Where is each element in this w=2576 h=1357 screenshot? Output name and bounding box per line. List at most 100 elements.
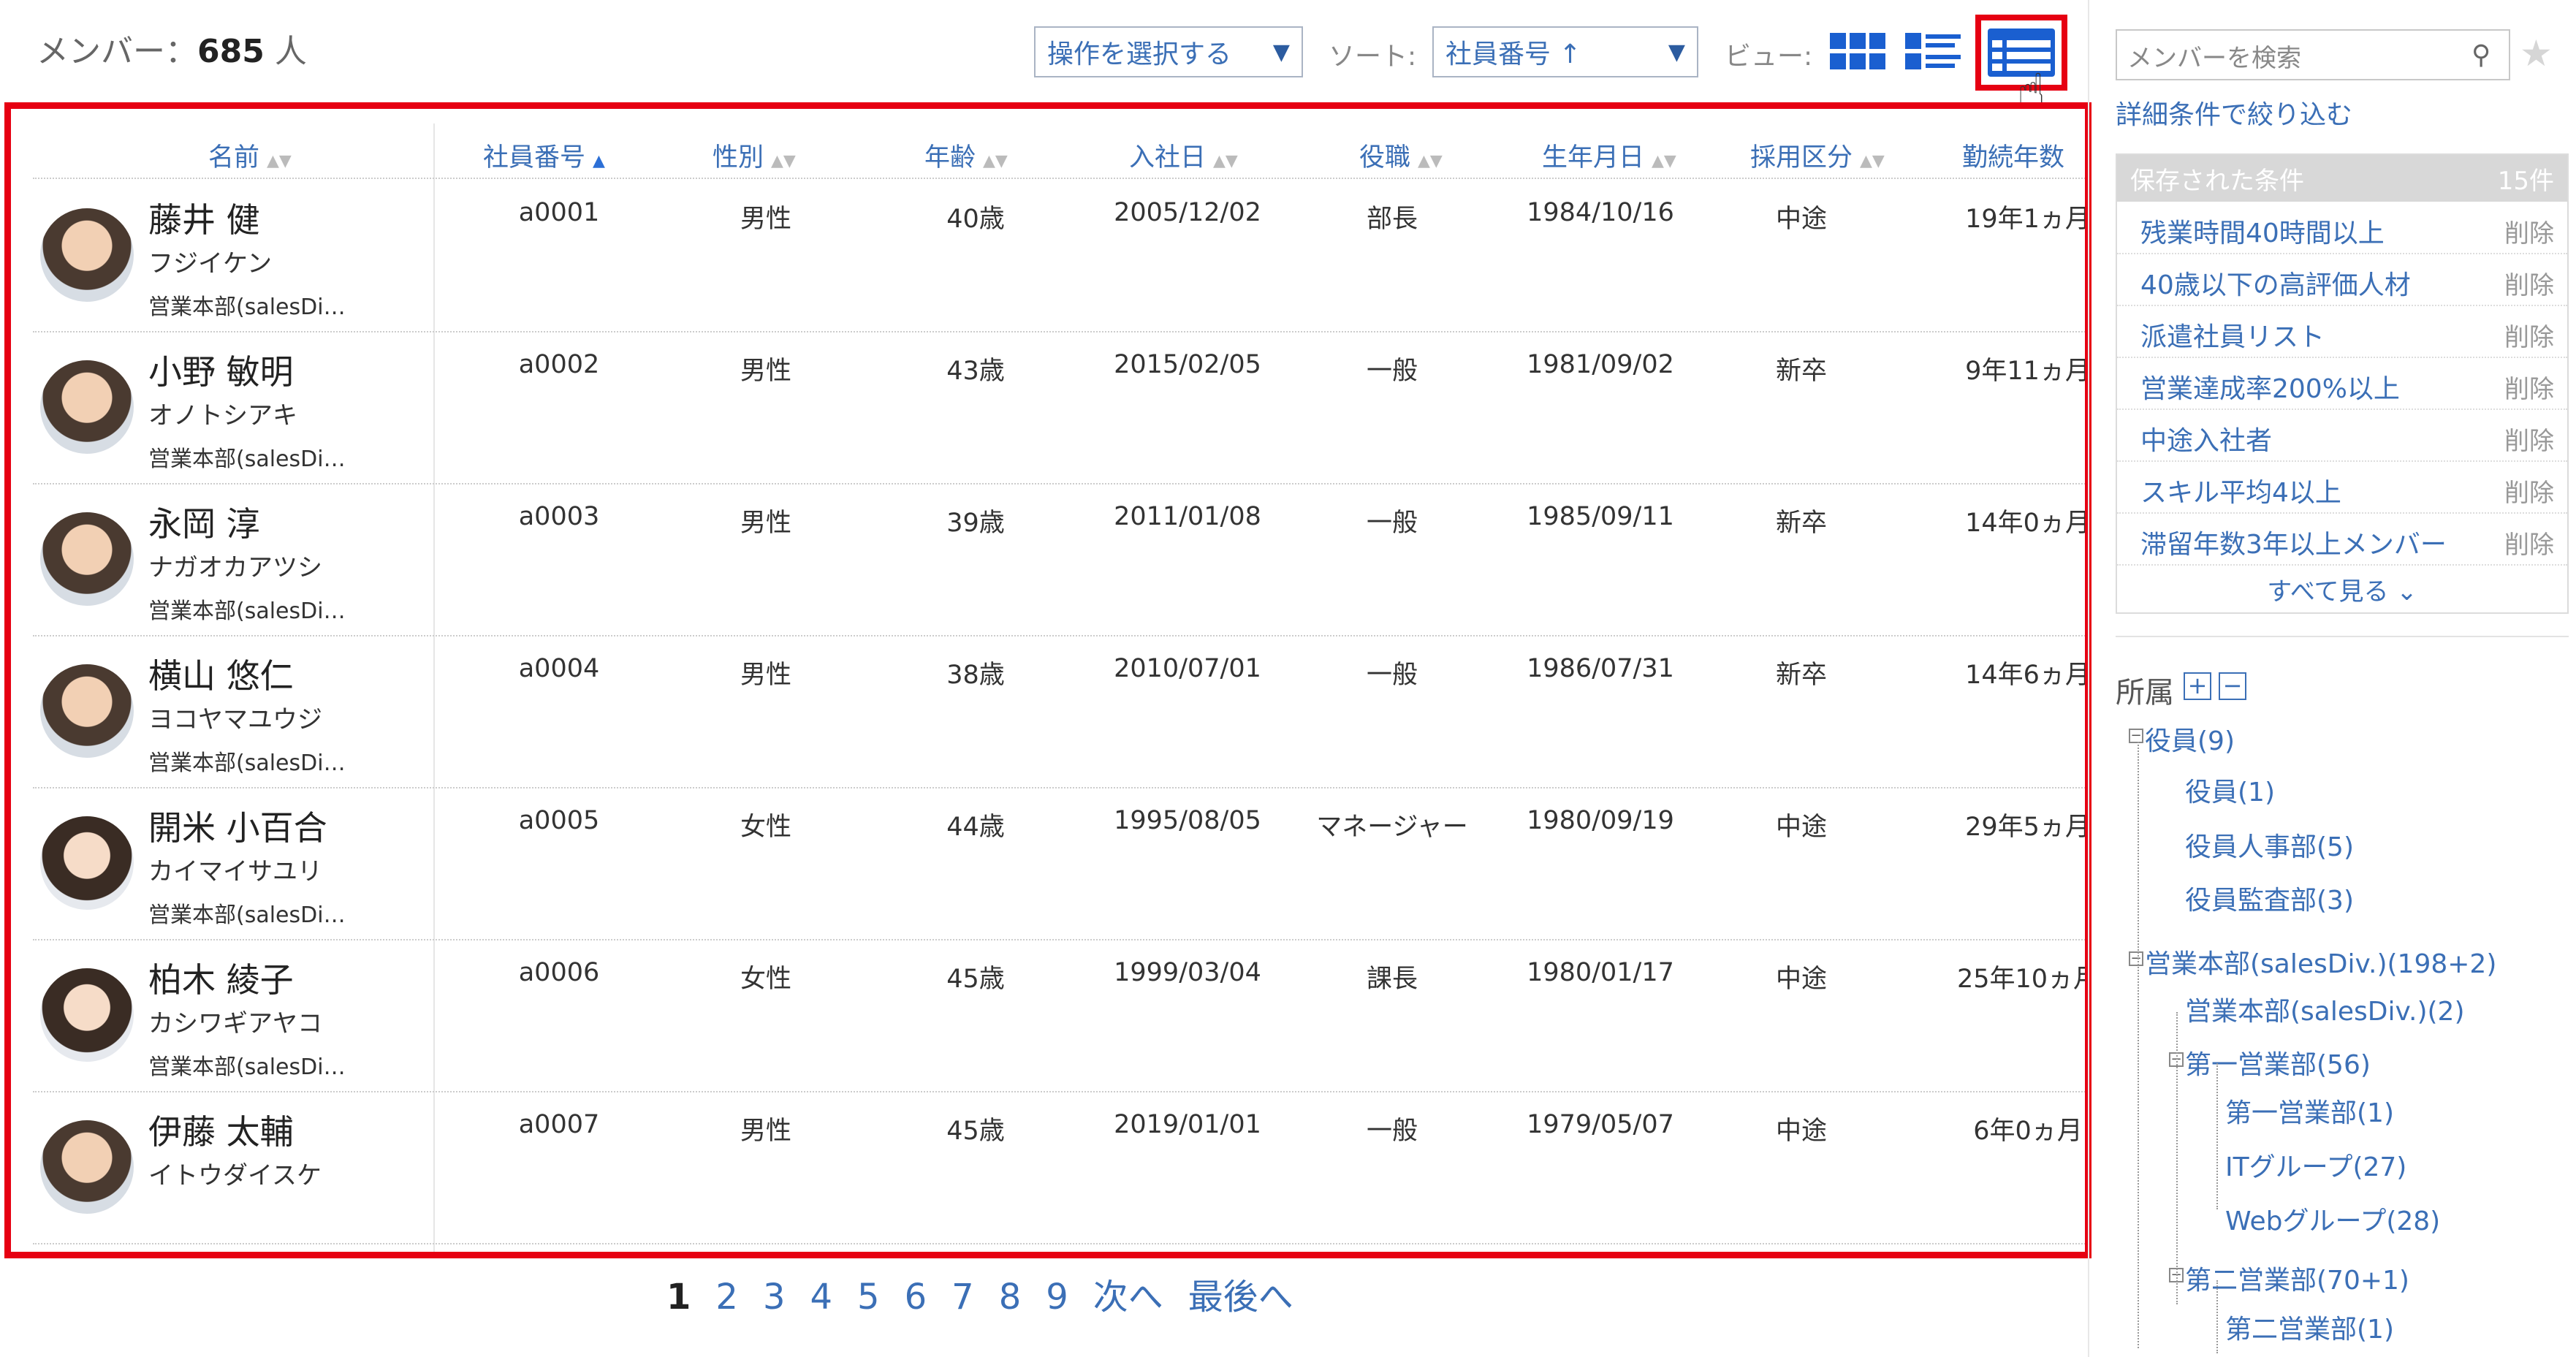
delete-condition-link[interactable]: 削除: [2504, 473, 2554, 509]
tree-guide-line: [2138, 742, 2140, 1348]
member-name[interactable]: 藤井 健: [148, 194, 260, 242]
last-page-link[interactable]: 最後へ: [1188, 1277, 1293, 1318]
page-link[interactable]: 5: [857, 1277, 880, 1318]
tree-collapse-icon[interactable]: −: [2129, 729, 2143, 743]
see-all-link[interactable]: すべて見る ⌄: [2117, 571, 2567, 607]
expand-all-button[interactable]: +: [2184, 672, 2211, 700]
sort-select[interactable]: 社員番号 ↑ ▼: [1432, 26, 1698, 77]
cell-gender: 男性: [740, 1117, 792, 1146]
member-name[interactable]: 開米 小百合: [148, 802, 327, 850]
column-header-hire-type[interactable]: 採用区分 ▲▼: [1750, 137, 1885, 174]
cell-position: 一般: [1366, 357, 1418, 386]
page-link[interactable]: 6: [905, 1277, 927, 1318]
tree-collapse-icon[interactable]: −: [2129, 951, 2143, 966]
avatar: [40, 360, 134, 454]
saved-condition-item: スキル平均4以上 削除: [2117, 461, 2567, 514]
member-unit: 人: [274, 33, 307, 70]
member-name[interactable]: 永岡 淳: [148, 498, 260, 546]
next-page-link[interactable]: 次へ: [1093, 1277, 1163, 1318]
search-icon[interactable]: ⚲: [2471, 40, 2490, 70]
member-kana: ヨコヤマユウジ: [148, 705, 322, 734]
table-row[interactable]: 小野 敏明 オノトシアキ 営業本部(salesDi… a0002 男性 43歳 2015/0…: [33, 331, 2091, 484]
sort-icon: ▲▼: [1652, 152, 1676, 170]
cell-gender: 男性: [740, 357, 792, 386]
cell-tenure: 25年10ヵ月: [1956, 965, 2091, 994]
saved-condition-link[interactable]: スキル平均4以上: [2140, 471, 2341, 509]
action-select-value: 操作を選択する: [1047, 39, 1232, 69]
page-link[interactable]: 1: [666, 1277, 691, 1318]
table-row[interactable]: 柏木 綾子 カシワギアヤコ 営業本部(salesDi… a0006 女性 45歳 1999/…: [33, 939, 2091, 1092]
cell-hire-type: 新卒: [1775, 357, 1828, 386]
avatar: [40, 816, 134, 910]
column-header-tenure[interactable]: 勤続年数: [1962, 137, 2064, 174]
delete-condition-link[interactable]: 削除: [2504, 525, 2554, 560]
column-header-position[interactable]: 役職 ▲▼: [1359, 137, 1443, 174]
action-select[interactable]: 操作を選択する ▼: [1034, 26, 1303, 77]
collapse-all-button[interactable]: −: [2219, 672, 2246, 700]
column-header-gender[interactable]: 性別 ▲▼: [713, 137, 796, 174]
member-name[interactable]: 伊藤 太輔: [148, 1106, 294, 1154]
column-header-employee-id[interactable]: 社員番号 ▲: [483, 137, 605, 174]
advanced-filter-link[interactable]: 詳細条件で絞り込む: [2116, 94, 2352, 132]
table-row[interactable]: 藤井 健フジイケン 営業本部(salesDi… a0001 男性 40歳 2005/12/…: [33, 179, 2091, 332]
page-link[interactable]: 8: [999, 1277, 1022, 1318]
table-row[interactable]: 永岡 淳ナガオカアツシ 営業本部(salesDi… a0003 男性 39歳 2011/0…: [33, 483, 2085, 636]
page-link[interactable]: 3: [763, 1277, 786, 1318]
saved-condition-link[interactable]: 滞留年数3年以上メンバー: [2140, 523, 2447, 561]
table-row[interactable]: 伊藤 太輔 イトウダイスケ a0007 男性 45歳 2019/01/01 一般 1979/0…: [33, 1091, 2085, 1244]
cell-position: 部長: [1366, 205, 1418, 234]
saved-condition-link[interactable]: 中途入社者: [2140, 419, 2272, 457]
detail-view-button[interactable]: [1902, 28, 1964, 76]
page-link[interactable]: 9: [1046, 1277, 1068, 1318]
cell-tenure: 9年11ヵ月: [1965, 357, 2091, 386]
star-icon[interactable]: ★: [2520, 32, 2553, 75]
org-tree-item[interactable]: Webグループ(28): [2225, 1200, 2440, 1238]
org-tree-item[interactable]: 役員監査部(3): [2185, 879, 2354, 917]
tree-guide-line: [2216, 1280, 2219, 1353]
saved-condition-link[interactable]: 派遣社員リスト: [2140, 316, 2325, 354]
column-header-age[interactable]: 年齢 ▲▼: [924, 137, 1008, 174]
org-tree-item[interactable]: 役員(1): [2185, 771, 2275, 809]
org-tree-item[interactable]: ITグループ(27): [2225, 1146, 2406, 1184]
cell-position: 一般: [1366, 661, 1418, 690]
org-tree-item[interactable]: 営業本部(salesDiv.)(2): [2185, 990, 2464, 1028]
org-tree-item[interactable]: 第二営業部(1): [2225, 1308, 2394, 1346]
delete-condition-link[interactable]: 削除: [2504, 317, 2554, 353]
tree-guide-line: [2176, 1012, 2179, 1304]
member-table: 名前 ▲▼ 社員番号 ▲ 性別 ▲▼ 年齢 ▲▼ 入社日 ▲▼ 役職 ▲▼ 生年月日 ▲▼ 採…: [4, 102, 2091, 1258]
delete-condition-link[interactable]: 削除: [2504, 213, 2554, 249]
org-tree-item[interactable]: 役員(9): [2145, 720, 2235, 758]
grid-view-button[interactable]: [1827, 28, 1888, 76]
member-name[interactable]: 小野 敏明: [148, 346, 294, 394]
column-header-birthdate[interactable]: 生年月日 ▲▼: [1542, 137, 1676, 174]
page-link[interactable]: 4: [810, 1277, 833, 1318]
member-search-input[interactable]: メンバーを検索: [2116, 29, 2510, 80]
page-link[interactable]: 2: [715, 1277, 738, 1318]
member-name[interactable]: 横山 悠仁: [148, 650, 294, 698]
delete-condition-link[interactable]: 削除: [2504, 421, 2554, 457]
cell-id: a0002: [518, 350, 600, 379]
cell-gender: 女性: [740, 965, 792, 994]
table-row[interactable]: 横山 悠仁 ヨコヤマユウジ 営業本部(salesDi… a0004 男性 38歳 2010/…: [33, 635, 2085, 788]
saved-condition-link[interactable]: 残業時間40時間以上: [2140, 212, 2385, 250]
member-kana: オノトシアキ: [148, 401, 297, 430]
delete-condition-link[interactable]: 削除: [2504, 369, 2554, 405]
avatar: [40, 208, 134, 302]
table-row[interactable]: 開米 小百合 カイマイサユリ 営業本部(salesDi… a0005 女性 44歳 1995…: [33, 787, 2085, 940]
column-header-join-date[interactable]: 入社日 ▲▼: [1129, 137, 1238, 174]
page-link[interactable]: 7: [951, 1277, 974, 1318]
column-header-name[interactable]: 名前 ▲▼: [208, 137, 292, 174]
cell-tenure: 19年1ヵ月: [1965, 205, 2091, 234]
member-name[interactable]: 柏木 綾子: [148, 954, 294, 1002]
cell-id: a0007: [518, 1110, 600, 1139]
avatar: [40, 1120, 134, 1214]
org-tree-item[interactable]: 営業本部(salesDiv.)(198+2): [2145, 943, 2496, 981]
saved-condition-link[interactable]: 営業達成率200%以上: [2140, 368, 2400, 406]
org-tree-item[interactable]: 第一営業部(1): [2225, 1092, 2394, 1130]
delete-condition-link[interactable]: 削除: [2504, 265, 2554, 301]
org-tree-item[interactable]: 第一営業部(56): [2185, 1044, 2371, 1082]
org-tree-item[interactable]: 役員人事部(5): [2185, 826, 2354, 864]
saved-condition-link[interactable]: 40歳以下の高評価人材: [2140, 264, 2411, 302]
member-kana: カシワギアヤコ: [148, 1009, 322, 1038]
cell-tenure: 6年0ヵ月: [1973, 1117, 2083, 1146]
